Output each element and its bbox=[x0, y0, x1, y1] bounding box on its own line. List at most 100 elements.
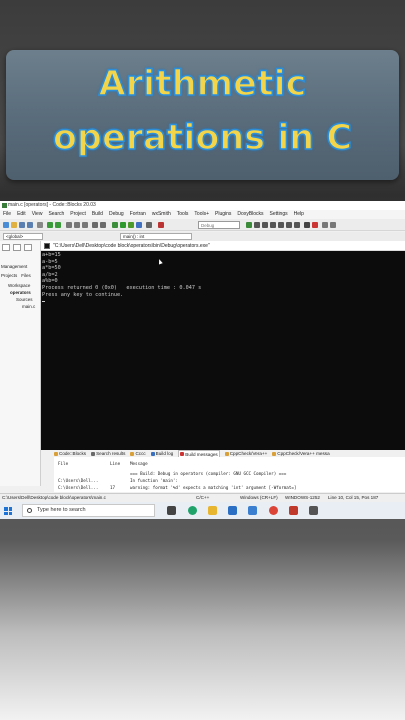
menu-tools-plus[interactable]: Tools+ bbox=[194, 210, 209, 219]
tab-build-messages[interactable]: Build messages bbox=[178, 450, 220, 457]
cut-icon[interactable] bbox=[66, 222, 72, 228]
print-icon[interactable] bbox=[37, 222, 43, 228]
copy-icon[interactable] bbox=[74, 222, 80, 228]
various-info-icon[interactable] bbox=[330, 222, 336, 228]
tree-item-operators[interactable]: operators bbox=[2, 289, 35, 296]
tab-build-log[interactable]: Build log bbox=[150, 450, 173, 457]
console-output[interactable]: a+b=15 a-b=5 a*b=50 a/b=2 a%b=0 Process … bbox=[41, 251, 405, 450]
menu-debug[interactable]: Debug bbox=[109, 210, 124, 219]
banner-title-line-2: operations in C bbox=[52, 117, 353, 159]
status-bar: C:\Users\Dell\Desktop\code block\operato… bbox=[0, 493, 405, 502]
console-line: Press any key to continue. bbox=[42, 291, 124, 298]
row-file: C:\Users\Dell... bbox=[58, 478, 99, 483]
scope-global-select[interactable]: <global> bbox=[3, 233, 43, 240]
edge-browser-icon[interactable] bbox=[188, 506, 197, 515]
tree-item-main-c[interactable]: main.c bbox=[2, 303, 35, 310]
find-icon[interactable] bbox=[92, 222, 98, 228]
save-icon[interactable] bbox=[19, 222, 25, 228]
next-instruction-icon[interactable] bbox=[286, 222, 292, 228]
tab-search-results[interactable]: Search results bbox=[91, 450, 125, 457]
menu-project[interactable]: Project bbox=[70, 210, 86, 219]
tab-cccc[interactable]: Cccc bbox=[130, 450, 146, 457]
tab-cppcheck-messages[interactable]: CppCheck/Vera++ messa bbox=[272, 450, 330, 457]
step-into-icon[interactable] bbox=[270, 222, 276, 228]
step-out-icon[interactable] bbox=[278, 222, 284, 228]
menu-settings[interactable]: Settings bbox=[270, 210, 288, 219]
chrome-icon[interactable] bbox=[269, 506, 278, 515]
pane-nav-icon[interactable] bbox=[2, 244, 10, 251]
menu-fortran[interactable]: Fortran bbox=[130, 210, 146, 219]
save-all-icon[interactable] bbox=[27, 222, 33, 228]
windows-taskbar: Type here to search bbox=[0, 502, 405, 519]
menu-plugins[interactable]: Plugins bbox=[215, 210, 231, 219]
debug-run-icon[interactable] bbox=[246, 222, 252, 228]
search-results-icon bbox=[91, 451, 96, 456]
management-label: Management bbox=[1, 264, 28, 269]
next-line-icon[interactable] bbox=[262, 222, 268, 228]
tree-item-workspace[interactable]: Workspace bbox=[2, 282, 35, 289]
menu-tools[interactable]: Tools bbox=[177, 210, 189, 219]
paste-icon[interactable] bbox=[82, 222, 88, 228]
replace-icon[interactable] bbox=[100, 222, 106, 228]
new-file-icon[interactable] bbox=[3, 222, 9, 228]
file-explorer-icon[interactable] bbox=[208, 506, 217, 515]
cccc-icon bbox=[130, 451, 135, 456]
status-encoding: WINDOWS-1252 bbox=[285, 495, 320, 500]
row-file: C:\Users\Dell... bbox=[58, 485, 99, 490]
column-header-message[interactable]: Message bbox=[130, 460, 148, 467]
menu-view[interactable]: View bbox=[32, 210, 43, 219]
console-titlebar: "C:\Users\Dell\Desktop\code block\operat… bbox=[41, 241, 405, 251]
menu-build[interactable]: Build bbox=[92, 210, 103, 219]
build-target-select[interactable]: Debug bbox=[198, 221, 240, 229]
console-taskbar-icon[interactable] bbox=[309, 506, 318, 515]
menu-file[interactable]: File bbox=[3, 210, 11, 219]
row-message: In function 'main': bbox=[130, 478, 178, 483]
scope-function-select[interactable]: main() : int bbox=[120, 233, 192, 240]
debugging-windows-icon[interactable] bbox=[322, 222, 328, 228]
menu-search[interactable]: Search bbox=[48, 210, 64, 219]
step-into-instruction-icon[interactable] bbox=[294, 222, 300, 228]
console-line: a%b=0 bbox=[42, 278, 58, 285]
run-icon[interactable] bbox=[120, 222, 126, 228]
column-header-file[interactable]: File bbox=[58, 460, 68, 467]
codeblocks-taskbar-icon[interactable] bbox=[289, 506, 298, 515]
tab-projects[interactable]: Projects bbox=[1, 273, 17, 278]
status-eol: Windows (CR+LF) bbox=[240, 495, 278, 500]
tab-cppcheck[interactable]: CppCheck/Vera++ bbox=[224, 450, 267, 457]
tab-codeblocks-log[interactable]: Code::Blocks bbox=[54, 450, 86, 457]
abort-icon[interactable] bbox=[158, 222, 164, 228]
open-icon[interactable] bbox=[11, 222, 17, 228]
console-line: a/b=2 bbox=[42, 271, 58, 278]
windows-start-icon[interactable] bbox=[4, 507, 12, 515]
menu-wxsmith[interactable]: wxSmith bbox=[152, 210, 171, 219]
pane-search-icon[interactable] bbox=[24, 244, 32, 251]
stop-icon[interactable] bbox=[146, 222, 152, 228]
ide-screenshot: main.c [operators] - Code::Blocks 20.03 … bbox=[0, 201, 405, 519]
taskbar-search-input[interactable]: Type here to search bbox=[22, 504, 155, 517]
status-language: C/C++ bbox=[196, 495, 210, 500]
build-icon[interactable] bbox=[112, 222, 118, 228]
menu-edit[interactable]: Edit bbox=[17, 210, 26, 219]
stop-debugger-icon[interactable] bbox=[312, 222, 318, 228]
task-view-icon[interactable] bbox=[167, 506, 176, 515]
mail-icon[interactable] bbox=[228, 506, 237, 515]
tab-files[interactable]: Files bbox=[21, 273, 31, 278]
rebuild-icon[interactable] bbox=[136, 222, 142, 228]
row-message: === Build: Debug in operators (compiler:… bbox=[130, 471, 287, 476]
run-to-cursor-icon[interactable] bbox=[254, 222, 260, 228]
banner-title-line-1: Arithmetic bbox=[98, 63, 307, 105]
menu-help[interactable]: Help bbox=[294, 210, 304, 219]
menu-doxyblocks[interactable]: DoxyBlocks bbox=[237, 210, 263, 219]
column-header-line[interactable]: Line bbox=[110, 460, 120, 467]
status-file-path: C:\Users\Dell\Desktop\code block\operato… bbox=[2, 495, 106, 500]
break-debugger-icon[interactable] bbox=[304, 222, 310, 228]
console-cursor-line bbox=[42, 298, 405, 305]
build-and-run-icon[interactable] bbox=[128, 222, 134, 228]
project-tree: Workspace operators Sources main.c bbox=[2, 282, 35, 310]
redo-icon[interactable] bbox=[55, 222, 61, 228]
undo-icon[interactable] bbox=[47, 222, 53, 228]
store-icon[interactable] bbox=[248, 506, 257, 515]
pane-options-icon[interactable] bbox=[13, 244, 21, 251]
build-log-icon bbox=[150, 451, 155, 456]
tree-item-sources[interactable]: Sources bbox=[2, 296, 35, 303]
